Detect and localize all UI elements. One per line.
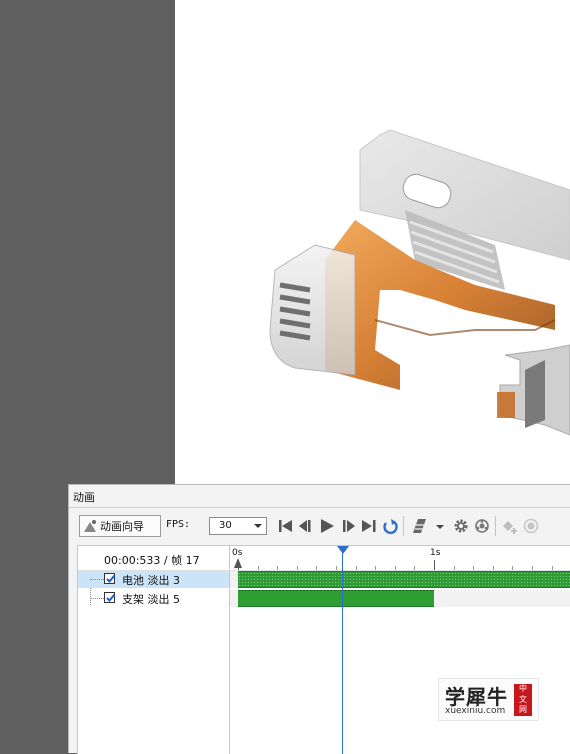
track-area[interactable]: 0s 1s bbox=[230, 546, 570, 754]
record-button bbox=[523, 517, 539, 535]
check-icon bbox=[106, 593, 116, 602]
ruler-minor-tick bbox=[257, 566, 259, 570]
ruler-minor-tick bbox=[375, 566, 377, 570]
seal-char: 中 bbox=[519, 684, 527, 693]
fps-select[interactable]: 30 bbox=[209, 517, 267, 535]
ruler-label: 1s bbox=[430, 548, 441, 558]
ruler-minor-tick bbox=[277, 566, 279, 570]
watermark-seal: 中 文 网 bbox=[514, 684, 532, 716]
wizard-icon bbox=[84, 520, 96, 532]
time-readout: 00:00:533 / 帧 17 bbox=[104, 554, 200, 567]
ruler-minor-tick bbox=[551, 566, 553, 570]
start-marker-icon bbox=[234, 558, 242, 568]
step-forward-icon bbox=[343, 520, 355, 532]
loop-button[interactable] bbox=[382, 517, 398, 535]
skip-to-end-button[interactable] bbox=[361, 517, 377, 535]
ruler-minor-tick bbox=[414, 566, 416, 570]
toolbar-separator bbox=[495, 516, 496, 536]
keyframe-tool-dropdown[interactable] bbox=[435, 517, 445, 535]
playhead-handle-icon[interactable] bbox=[336, 546, 349, 555]
ruler-minor-tick bbox=[512, 566, 514, 570]
dropdown-arrow-icon bbox=[436, 525, 444, 529]
chevron-down-icon bbox=[254, 524, 262, 528]
skip-to-end-icon bbox=[362, 520, 376, 532]
track-enabled-checkbox[interactable] bbox=[104, 592, 116, 603]
ruler-minor-tick bbox=[316, 566, 318, 570]
track-label: 支架 淡出 5 bbox=[122, 593, 180, 606]
keyframe-tool-button[interactable] bbox=[410, 517, 426, 535]
settings-icon bbox=[454, 519, 468, 533]
track-row-header[interactable]: 电池 淡出 3 bbox=[78, 571, 229, 588]
track-label: 电池 淡出 3 bbox=[122, 574, 180, 587]
loop-icon bbox=[383, 519, 398, 535]
camera-settings-icon bbox=[475, 519, 489, 533]
settings-button[interactable] bbox=[453, 517, 469, 535]
ruler-minor-tick bbox=[532, 566, 533, 570]
record-icon bbox=[523, 518, 539, 534]
ruler-minor-tick bbox=[473, 566, 475, 570]
ruler-minor-tick bbox=[336, 566, 337, 570]
ruler-tick bbox=[434, 560, 435, 570]
ruler-minor-tick bbox=[394, 566, 396, 570]
seal-char: 网 bbox=[519, 705, 527, 714]
ruler-minor-tick bbox=[453, 566, 455, 570]
step-forward-button[interactable] bbox=[341, 517, 357, 535]
keyframe-tool-icon bbox=[413, 519, 426, 533]
seal-char: 文 bbox=[519, 694, 527, 704]
track-row-header[interactable]: 支架 淡出 5 bbox=[78, 590, 229, 607]
add-key-icon bbox=[503, 521, 517, 534]
animation-wizard-button[interactable]: 动画向导 bbox=[79, 515, 161, 537]
skip-to-start-icon bbox=[279, 520, 292, 532]
step-back-button[interactable] bbox=[297, 517, 313, 535]
add-key-button bbox=[501, 517, 517, 535]
ruler-minor-tick bbox=[355, 566, 357, 570]
tree-connector bbox=[90, 598, 104, 599]
ruler-minor-tick bbox=[492, 566, 494, 570]
fps-label: FPS: bbox=[166, 519, 191, 530]
time-ruler[interactable]: 0s 1s bbox=[230, 546, 570, 570]
watermark-url: xuexiniu.com bbox=[445, 706, 506, 716]
ruler-label: 0s bbox=[232, 548, 243, 558]
skip-to-start-button[interactable] bbox=[277, 517, 293, 535]
3d-viewport[interactable] bbox=[175, 0, 570, 485]
3d-model-render bbox=[269, 129, 570, 436]
toolbar-separator bbox=[403, 516, 404, 536]
animation-clip-bar[interactable] bbox=[238, 571, 570, 588]
panel-title: 动画 bbox=[73, 491, 95, 504]
ruler-minor-tick bbox=[296, 566, 298, 570]
title-divider bbox=[69, 507, 570, 508]
timeline-panel: 00:00:533 / 帧 17 电池 淡出 3 支架 淡出 5 0s 1s bbox=[77, 545, 570, 754]
track-enabled-checkbox[interactable] bbox=[104, 573, 116, 584]
animation-clip-bar[interactable] bbox=[238, 590, 434, 607]
site-watermark: 学犀牛 xuexiniu.com 中 文 网 bbox=[438, 678, 539, 721]
camera-settings-button[interactable] bbox=[474, 517, 490, 535]
tree-connector bbox=[90, 579, 104, 580]
fps-value: 30 bbox=[219, 520, 232, 531]
step-back-icon bbox=[299, 520, 311, 532]
animation-wizard-label: 动画向导 bbox=[100, 520, 144, 533]
play-icon bbox=[321, 519, 334, 533]
play-button[interactable] bbox=[319, 517, 335, 535]
playhead-line[interactable] bbox=[342, 552, 344, 754]
check-icon bbox=[106, 574, 116, 583]
